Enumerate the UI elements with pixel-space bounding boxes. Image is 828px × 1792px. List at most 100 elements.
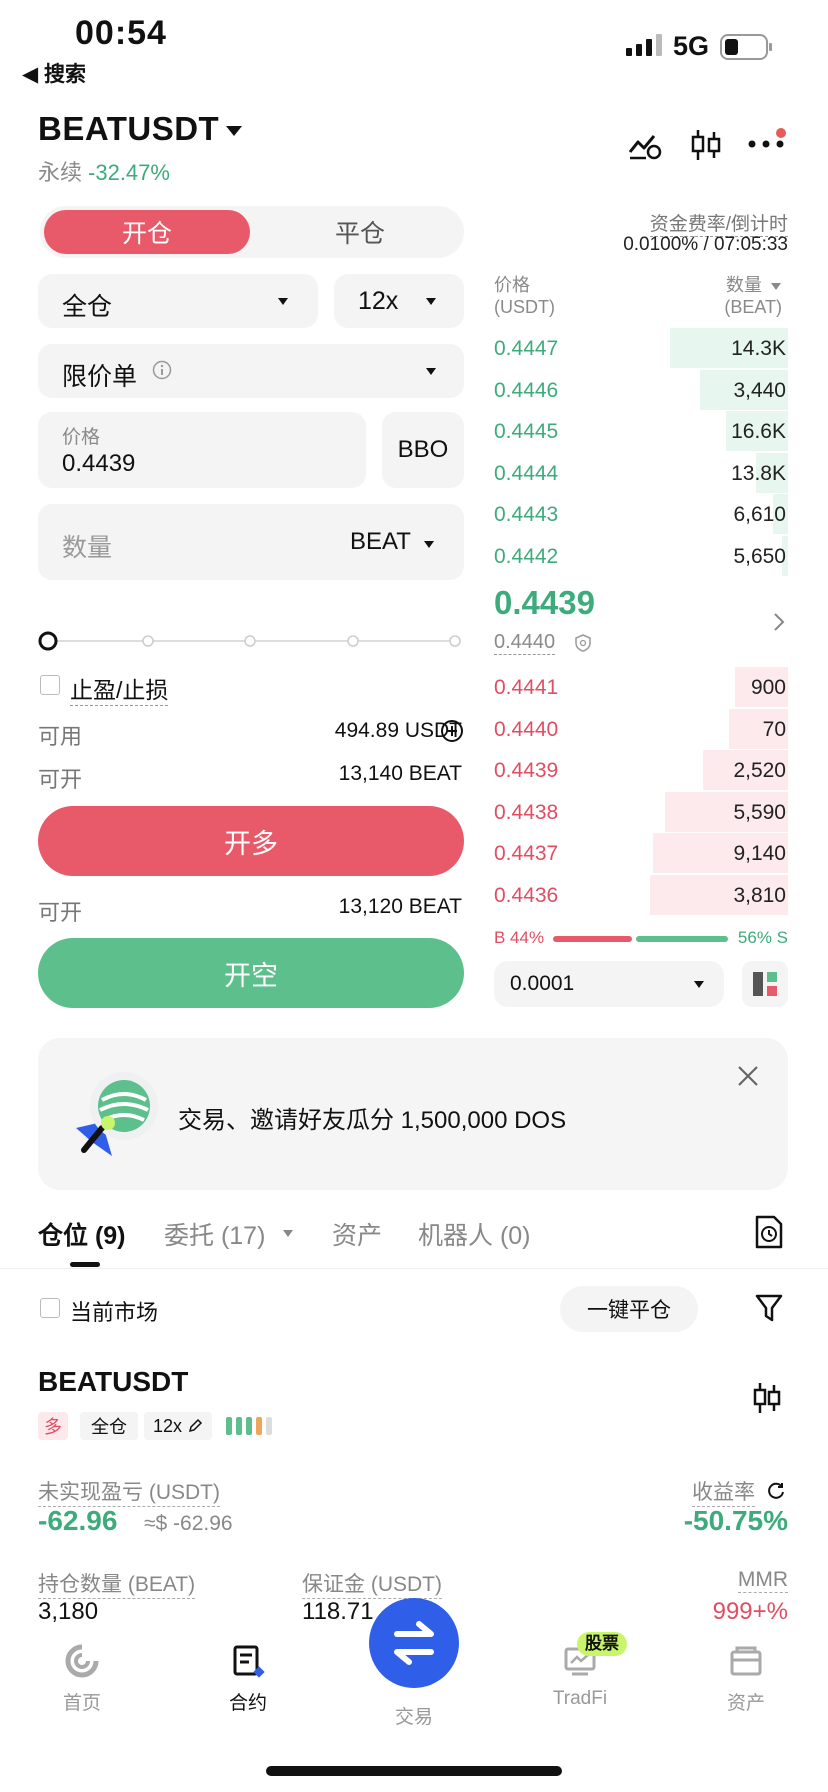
info-icon[interactable] (152, 360, 172, 380)
more-icon[interactable] (748, 140, 786, 148)
margin-mode-tag: 全仓 (80, 1412, 138, 1440)
active-tab-indicator (70, 1262, 100, 1267)
roe-label[interactable]: 收益率 (692, 1476, 755, 1507)
leverage-select[interactable]: 12x (334, 274, 464, 328)
home-indicator (266, 1766, 562, 1776)
price-value[interactable]: 0.4439 (62, 450, 135, 478)
close-icon[interactable] (736, 1064, 760, 1088)
open-long-button[interactable]: 开多 (38, 806, 464, 876)
ask-price: 0.4445 (494, 420, 559, 443)
funding-rate-label[interactable]: 资金费率/倒计时 (649, 209, 788, 237)
chevron-right-icon[interactable] (772, 612, 786, 632)
trade-button[interactable] (369, 1598, 459, 1688)
chevron-down-icon (694, 981, 704, 988)
nav-tradfi[interactable]: TradFi (520, 1644, 640, 1710)
ask-quantity: 13.8K (731, 461, 786, 485)
mmr-label[interactable]: MMR (737, 1568, 788, 1593)
candlestick-chart-icon[interactable] (752, 1382, 782, 1414)
margin-label[interactable]: 保证金 (USDT) (302, 1568, 442, 1599)
leverage-tag[interactable]: 12x (144, 1412, 212, 1440)
bid-row[interactable]: 0.4437 9,140 (494, 833, 788, 873)
ask-row[interactable]: 0.4447 14.3K (494, 328, 788, 368)
tab-open-position[interactable]: 开仓 (44, 210, 250, 254)
ask-row[interactable]: 0.4444 13.8K (494, 452, 788, 493)
stock-badge: 股票 (577, 1632, 627, 1656)
price-alert-icon[interactable] (628, 130, 662, 160)
tpsl-label[interactable]: 止盈/止损 (70, 671, 169, 706)
current-market-label[interactable]: 当前市场 (70, 1295, 158, 1327)
bbo-button[interactable]: BBO (382, 412, 464, 488)
chevron-down-icon (426, 298, 436, 305)
orderbook-qty-header[interactable]: 数量 (BEAT) (724, 274, 782, 318)
current-market-checkbox[interactable] (40, 1298, 60, 1318)
tab-assets[interactable]: 资产 (332, 1216, 382, 1252)
add-funds-icon[interactable] (440, 719, 464, 743)
bid-row[interactable]: 0.4440 70 (494, 708, 788, 749)
tab-bots[interactable]: 机器人 (0) (418, 1216, 531, 1252)
bid-price: 0.4436 (494, 883, 559, 907)
mmr-value: 999+% (712, 1598, 788, 1625)
bid-row[interactable]: 0.4436 3,810 (494, 874, 788, 915)
last-price: 0.4439 (494, 584, 595, 621)
nav-tradfi-label: TradFi (552, 1688, 608, 1709)
unrealized-pnl-label[interactable]: 未实现盈亏 (USDT) (38, 1476, 220, 1507)
tick-size-select[interactable]: 0.0001 (494, 961, 724, 1007)
ask-row[interactable]: 0.4445 16.6K (494, 411, 788, 451)
position-symbol[interactable]: BEATUSDT (38, 1366, 188, 1398)
bid-quantity: 70 (762, 717, 786, 741)
can-open-short-label: 可开 (38, 900, 83, 925)
filter-icon[interactable] (754, 1293, 784, 1323)
bid-row[interactable]: 0.4438 5,590 (494, 791, 788, 832)
ask-quantity: 14.3K (731, 337, 786, 360)
ask-quantity: 5,650 (733, 544, 786, 568)
bid-row[interactable]: 0.4439 2,520 (494, 750, 788, 790)
bid-quantity: 2,520 (733, 759, 786, 782)
nav-home-label: 首页 (62, 1693, 101, 1714)
pair-dropdown-icon[interactable] (226, 126, 242, 136)
history-icon[interactable] (754, 1215, 784, 1249)
quantity-unit-select[interactable]: BEAT (350, 528, 411, 556)
ask-row[interactable]: 0.4443 6,610 (494, 494, 788, 534)
nav-contract[interactable]: 合约 (188, 1644, 308, 1715)
funding-rate-value: 0.0100% / 07:05:33 (623, 234, 788, 255)
ask-price: 0.4446 (494, 378, 559, 402)
ask-price: 0.4447 (494, 337, 559, 360)
position-size-label[interactable]: 持仓数量 (BEAT) (38, 1568, 196, 1599)
tab-positions[interactable]: 仓位 (9) (38, 1216, 126, 1252)
open-short-button[interactable]: 开空 (38, 938, 464, 1008)
back-to-search-link[interactable]: ◀ 搜索 (22, 58, 86, 88)
order-type-select[interactable]: 限价单 (38, 344, 464, 398)
can-open-short-value: 13,120 BEAT (338, 895, 462, 918)
pair-selector[interactable]: BEATUSDT (38, 110, 219, 148)
battery-icon (720, 34, 774, 60)
contract-icon (233, 1645, 265, 1678)
ask-row[interactable]: 0.4446 3,440 (494, 369, 788, 410)
bid-quantity: 9,140 (733, 842, 786, 865)
bid-price: 0.4437 (494, 842, 559, 865)
orderbook-layout-button[interactable] (742, 961, 788, 1007)
quantity-slider[interactable] (38, 626, 466, 656)
refresh-icon[interactable] (766, 1481, 786, 1501)
candlestick-chart-icon[interactable] (690, 128, 722, 162)
available-label: 可用 (38, 724, 83, 749)
margin-mode-select[interactable]: 全仓 (38, 274, 318, 328)
tab-orders[interactable]: 委托 (17) (164, 1216, 265, 1252)
ask-quantity: 3,440 (733, 378, 786, 402)
shield-icon (574, 634, 592, 652)
close-all-button[interactable]: 一键平仓 (560, 1286, 698, 1332)
price-label: 价格 (62, 427, 101, 448)
orderbook-price-header: 价格 (USDT) (494, 274, 555, 318)
tpsl-checkbox[interactable] (40, 675, 60, 695)
nav-home[interactable]: 首页 (22, 1644, 142, 1715)
bid-price: 0.4438 (494, 800, 559, 824)
notification-dot (776, 128, 786, 138)
chevron-down-icon (278, 298, 288, 305)
tab-close-position[interactable]: 平仓 (260, 210, 460, 254)
nav-assets[interactable]: 资产 (686, 1644, 806, 1715)
nav-trade[interactable]: 交易 (354, 1702, 474, 1729)
tabs-divider (0, 1268, 828, 1269)
nav-assets-label: 资产 (726, 1693, 765, 1714)
ask-row[interactable]: 0.4442 5,650 (494, 535, 788, 576)
bid-row[interactable]: 0.4441 900 (494, 667, 788, 707)
chevron-down-icon (426, 368, 436, 375)
